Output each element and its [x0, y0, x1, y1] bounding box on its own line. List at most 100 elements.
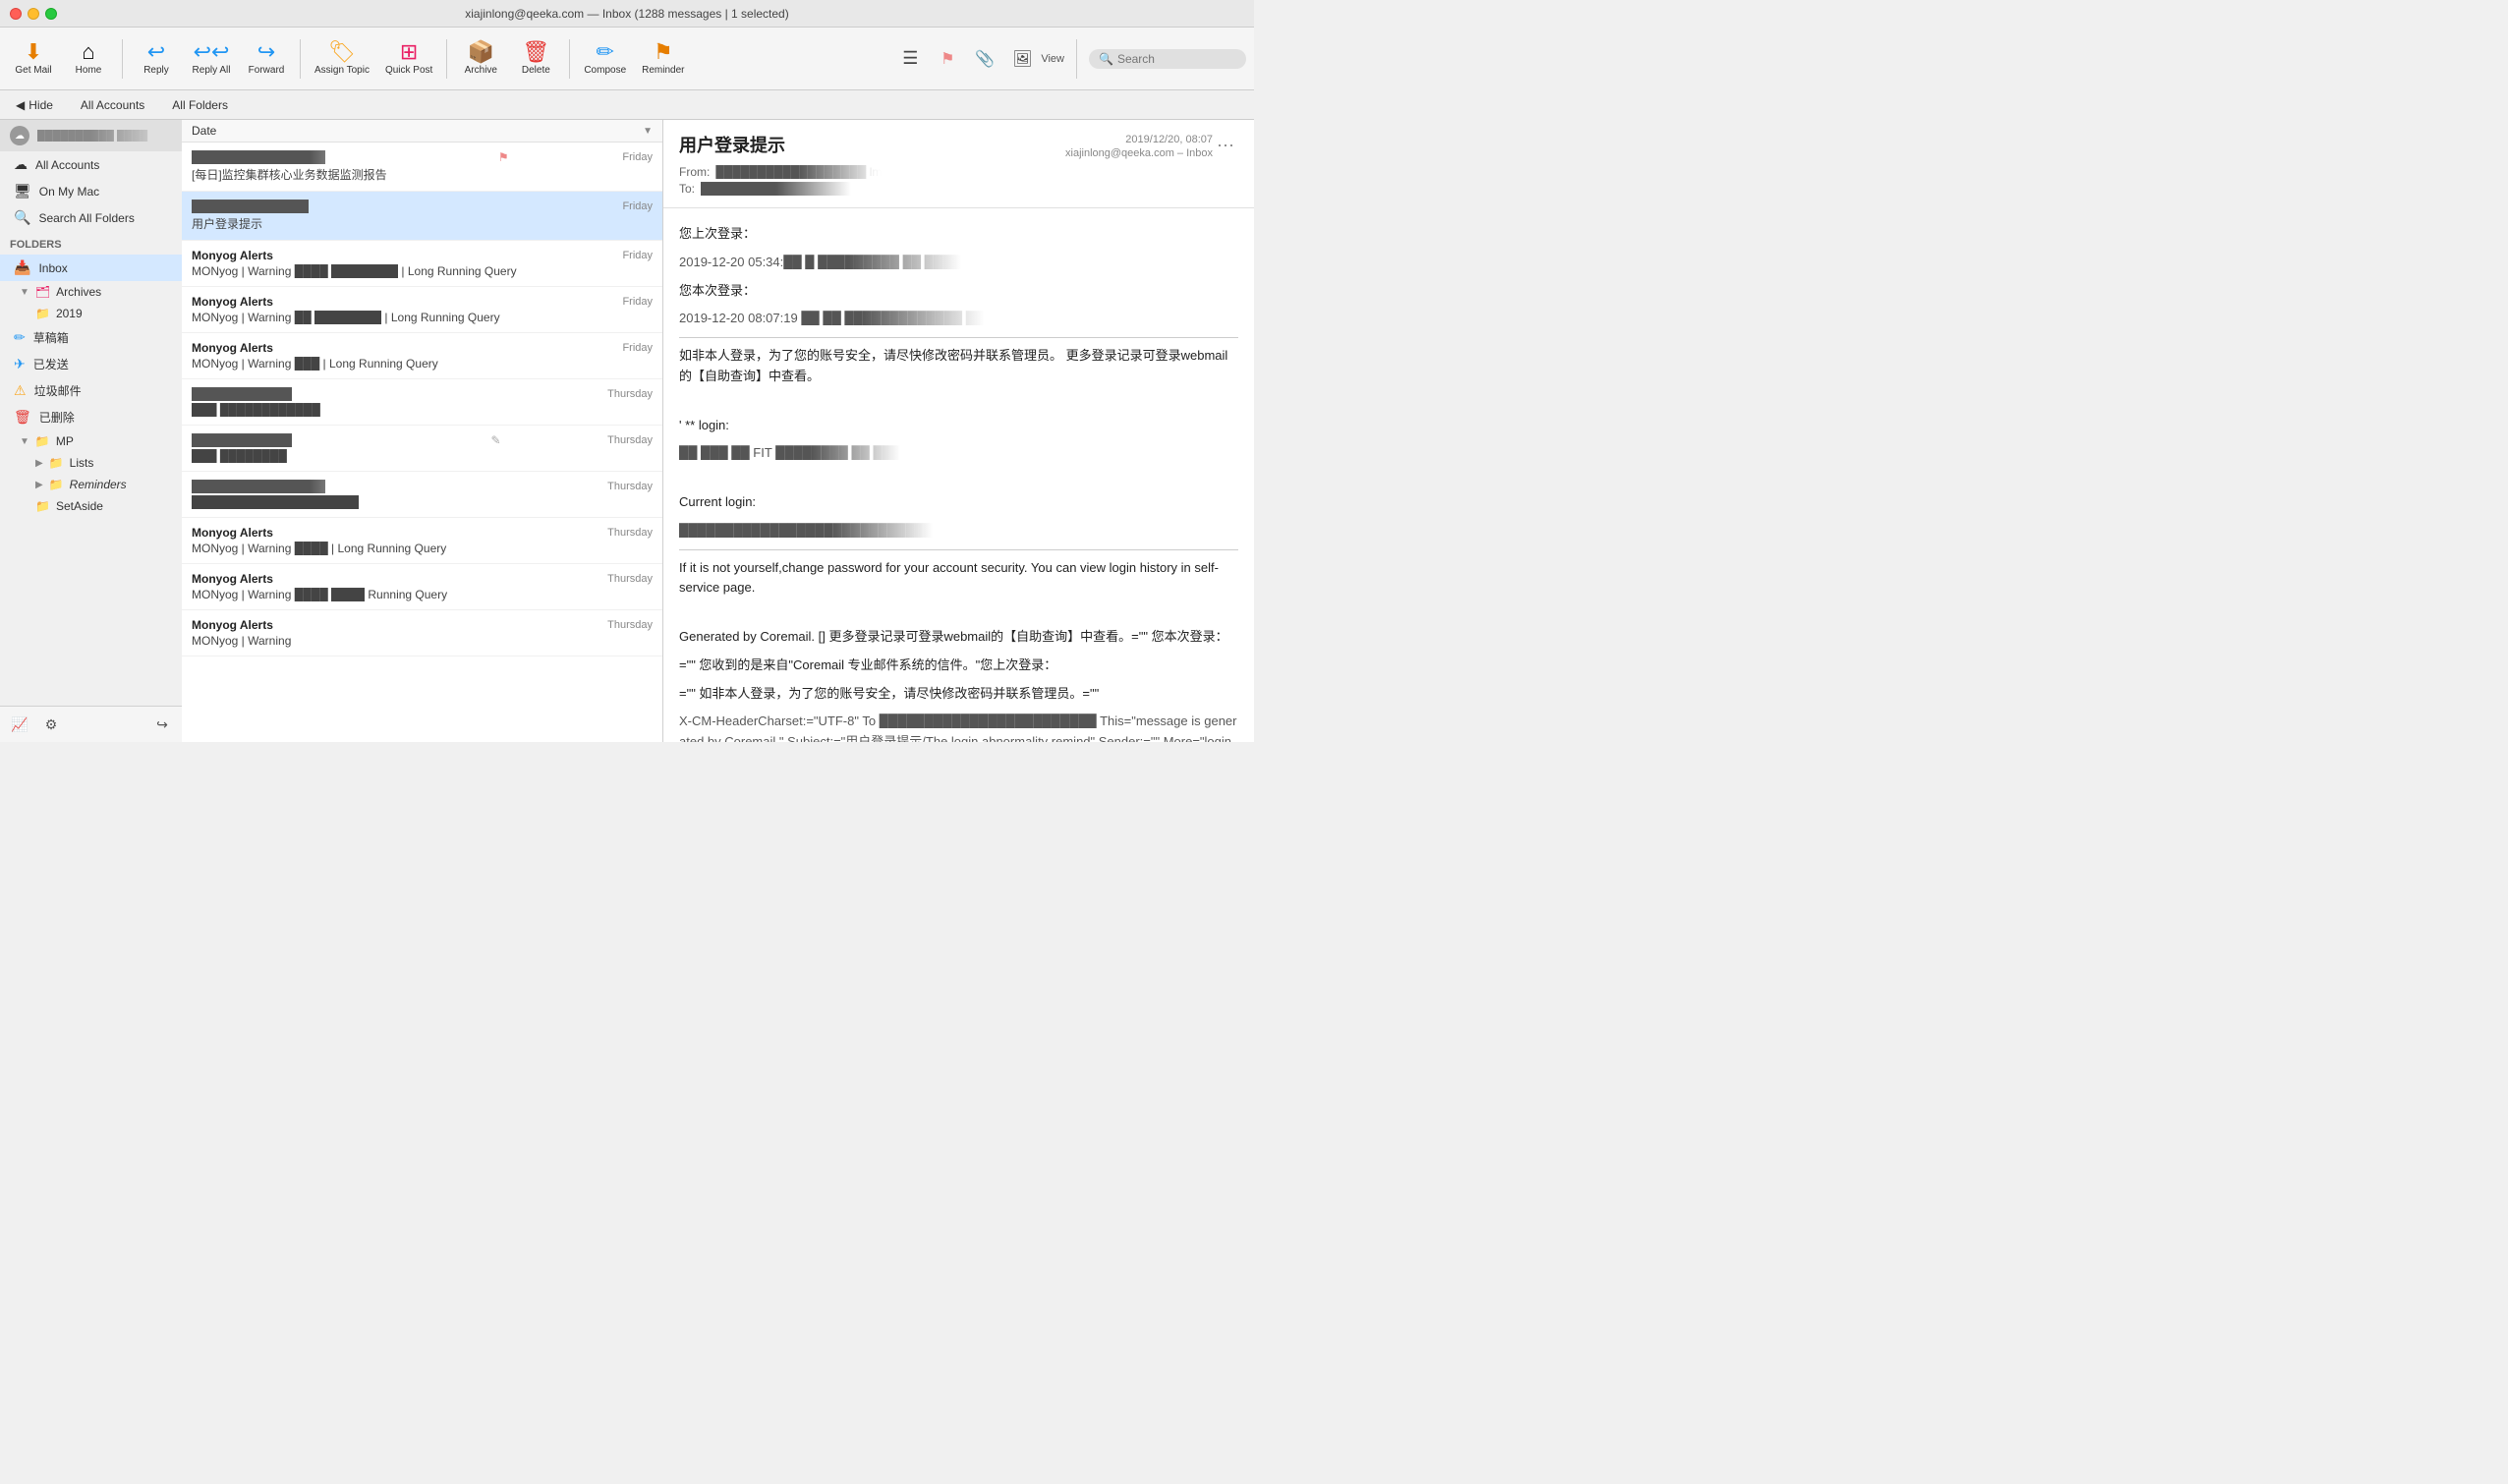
message-subject: MONyog | Warning ████ ████████ | Long Ru…: [192, 264, 653, 278]
current-login-section: Current login:: [679, 492, 1238, 513]
sidebar-item-deleted[interactable]: 🗑 已删除: [0, 404, 182, 430]
get-mail-button[interactable]: ⬇ Get Mail: [8, 37, 59, 80]
close-button[interactable]: [10, 8, 22, 20]
compose-label: Compose: [584, 65, 626, 76]
message-item[interactable]: ████████████████ Thursday ██████████████…: [182, 472, 662, 518]
hide-label: Hide: [28, 98, 53, 112]
divider-1: [122, 39, 123, 79]
message-item[interactable]: Monyog Alerts Thursday MONyog | Warning …: [182, 564, 662, 610]
all-folders-label: All Folders: [172, 98, 228, 112]
sidebar-item-sent[interactable]: ✈ 已发送: [0, 351, 182, 377]
sidebar-reminders-label: Reminders: [70, 478, 127, 491]
message-item[interactable]: Monyog Alerts Friday MONyog | Warning ██…: [182, 287, 662, 333]
message-item[interactable]: ████████████ ✎ Thursday ███ ████████: [182, 426, 662, 472]
message-date: Thursday: [607, 434, 653, 446]
message-sender: Monyog Alerts: [192, 618, 599, 632]
reply-icon: ↩: [147, 41, 165, 63]
message-subject: MONyog | Warning ██ ████████ | Long Runn…: [192, 311, 653, 324]
hide-icon: ◀: [16, 98, 25, 112]
raw-line-3: X-CM-HeaderCharset:="UTF-8" To █████████…: [679, 712, 1238, 742]
all-accounts-button[interactable]: All Accounts: [73, 96, 152, 114]
quick-post-icon: ⊞: [400, 41, 418, 63]
activity-button[interactable]: 📈: [8, 713, 31, 736]
generated-by: Generated by Coremail. [] 更多登录记录可登录webma…: [679, 627, 1238, 648]
quick-post-button[interactable]: ⊞ Quick Post: [379, 37, 438, 80]
message-date: Thursday: [607, 527, 653, 539]
sidebar-item-spam[interactable]: ⚠ 垃圾邮件: [0, 377, 182, 404]
sidebar-item-inbox[interactable]: 📥 Inbox: [0, 255, 182, 281]
sidebar-item-2019[interactable]: 📁 2019: [0, 303, 182, 324]
sort-label: Date: [192, 124, 216, 138]
window-title: xiajinlong@qeeka.com — Inbox (1288 messa…: [465, 7, 788, 21]
sidebar-item-search-all-folders[interactable]: 🔍 Search All Folders: [0, 204, 182, 231]
assign-topic-button[interactable]: 🏷 Assign Topic: [309, 37, 375, 80]
reply-all-label: Reply All: [193, 65, 231, 76]
forward-button[interactable]: ↪ Forward: [241, 37, 292, 80]
minimize-button[interactable]: [28, 8, 39, 20]
hide-button[interactable]: ◀ Hide: [8, 96, 61, 114]
home-icon: ⌂: [82, 41, 94, 63]
reply-all-button[interactable]: ↩↩ Reply All: [186, 37, 237, 80]
sidebar-bottom: 📈 ⚙ ↪: [0, 706, 182, 742]
message-date: Thursday: [607, 619, 653, 631]
export-button[interactable]: ↪: [150, 713, 174, 736]
sidebar-item-all-accounts[interactable]: ☁ All Accounts: [0, 151, 182, 178]
search-box[interactable]: 🔍: [1089, 49, 1246, 69]
sidebar-account[interactable]: ☁ ██████████ ████: [0, 120, 182, 151]
sidebar-item-archives[interactable]: ▼ 🗂 Archives: [0, 281, 182, 303]
assign-topic-icon: 🏷: [328, 41, 356, 63]
from-value: ██████████████████ lm: [715, 165, 882, 179]
home-button[interactable]: ⌂ Home: [63, 37, 114, 80]
from-row: From: ██████████████████ lm: [679, 165, 1065, 179]
attachment-button[interactable]: 📎: [970, 44, 999, 74]
divider-3: [446, 39, 447, 79]
message-item[interactable]: Monyog Alerts Thursday MONyog | Warning: [182, 610, 662, 656]
sidebar: ☁ ██████████ ████ ☁ All Accounts 🖥 On My…: [0, 120, 182, 706]
message-sender: Monyog Alerts: [192, 295, 614, 309]
search-input[interactable]: [1117, 52, 1235, 66]
warning-text: 如非本人登录，为了您的账号安全，请尽快修改密码并联系管理员。 更多登录记录可登录…: [679, 346, 1238, 387]
archive-button[interactable]: 📦 Archive: [455, 37, 506, 80]
message-item[interactable]: Monyog Alerts Thursday MONyog | Warning …: [182, 518, 662, 564]
activity-icon: 📈: [11, 716, 28, 733]
archives-icon: 🗂: [35, 285, 50, 299]
sidebar-mp-label: MP: [56, 434, 74, 448]
sidebar-wrapper: ☁ ██████████ ████ ☁ All Accounts 🖥 On My…: [0, 120, 182, 742]
message-date: Thursday: [607, 388, 653, 400]
sidebar-setaside-label: SetAside: [56, 499, 103, 513]
message-item[interactable]: ████████████████ ⚑ Friday [每日]监控集群核心业务数据…: [182, 143, 662, 192]
divider-4: [569, 39, 570, 79]
search-all-folders-icon: 🔍: [14, 209, 30, 226]
delete-icon: 🗑: [522, 41, 549, 63]
flag-button[interactable]: ⚑: [933, 44, 962, 74]
sidebar-item-mp[interactable]: ▼ 📁 MP: [0, 430, 182, 452]
delete-button[interactable]: 🗑 Delete: [510, 37, 561, 80]
account-avatar: ☁: [10, 126, 29, 145]
message-date: Friday: [622, 342, 653, 354]
sidebar-item-reminders[interactable]: ▶ 📁 Reminders: [0, 474, 182, 495]
compose-button[interactable]: ✏ Compose: [578, 37, 632, 80]
message-item[interactable]: Monyog Alerts Friday MONyog | Warning ██…: [182, 333, 662, 379]
reminder-button[interactable]: ⚑ Reminder: [636, 37, 690, 80]
current-login-time: 2019-12-20 08:07:19 ██ ██ █████████████ …: [679, 309, 1238, 329]
sidebar-item-on-my-mac[interactable]: 🖥 On My Mac: [0, 178, 182, 204]
photo-button[interactable]: 🖼: [1007, 44, 1037, 74]
list-view-button[interactable]: ☰: [895, 44, 925, 74]
window-controls: [10, 8, 57, 20]
all-folders-button[interactable]: All Folders: [164, 96, 236, 114]
sidebar-item-lists[interactable]: ▶ 📁 Lists: [0, 452, 182, 474]
archive-label: Archive: [465, 65, 497, 76]
attachment-icon: 📎: [975, 49, 995, 69]
email-meta: From: ██████████████████ lm To: ████████…: [679, 165, 1065, 196]
message-item[interactable]: ██████████████ Friday 用户登录提示: [182, 192, 662, 241]
message-item[interactable]: ████████████ Thursday ███ ████████████: [182, 379, 662, 426]
current-login-label: 您本次登录：: [679, 281, 1238, 302]
settings-button[interactable]: ⚙: [39, 713, 63, 736]
reply-button[interactable]: ↩ Reply: [131, 37, 182, 80]
sidebar-item-setaside[interactable]: 📁 SetAside: [0, 495, 182, 517]
sidebar-item-draft[interactable]: ✏ 草稿箱: [0, 324, 182, 351]
message-item[interactable]: Monyog Alerts Friday MONyog | Warning ██…: [182, 241, 662, 287]
maximize-button[interactable]: [45, 8, 57, 20]
email-more-button[interactable]: ⋯: [1213, 132, 1238, 160]
compose-icon: ✏: [597, 41, 614, 63]
